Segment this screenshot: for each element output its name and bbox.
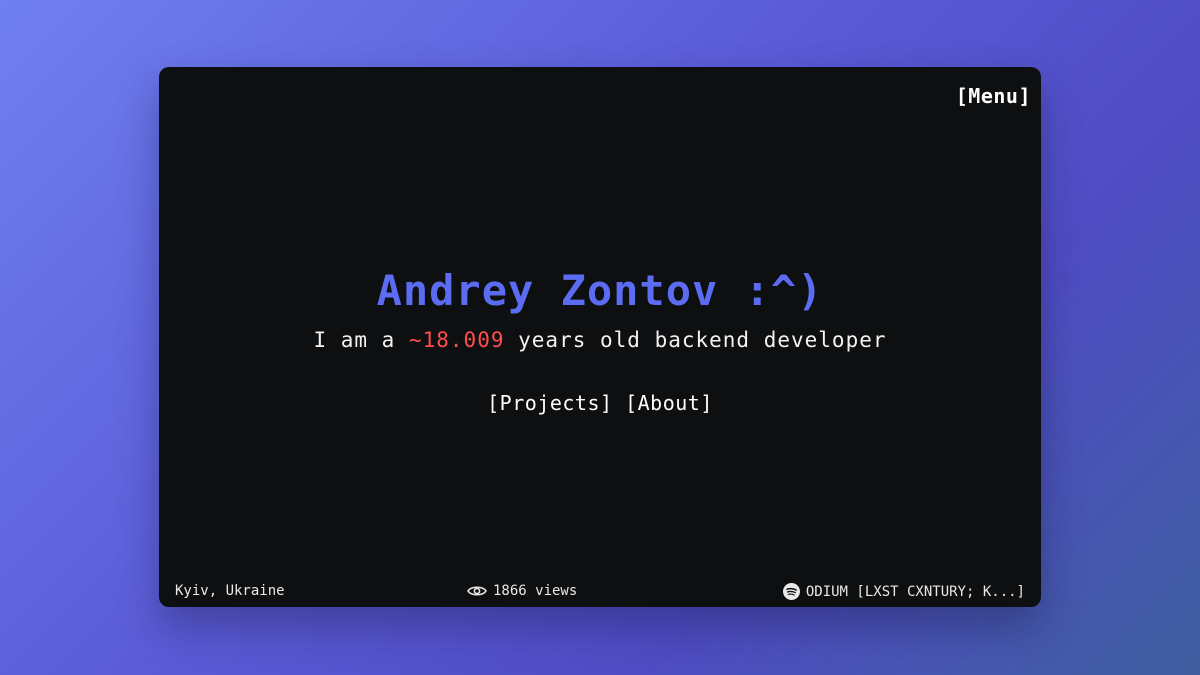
- views-count: 1866 views: [493, 583, 578, 599]
- age-value: ~18.009: [408, 328, 505, 352]
- page-title: Andrey Zontov :^): [376, 266, 824, 315]
- main-nav: [Projects] [About]: [159, 391, 1041, 415]
- location-text: Kyiv, Ukraine: [175, 583, 285, 599]
- about-link[interactable]: [About]: [625, 391, 713, 415]
- track-title: ODIUM [LXST CXNTURY; K...]: [805, 583, 1025, 600]
- spotify-icon: [782, 583, 800, 600]
- projects-link[interactable]: [Projects]: [487, 391, 612, 415]
- eye-icon: [467, 584, 487, 598]
- hero-section: Andrey Zontov :^) I am a ~18.009 years o…: [159, 263, 1041, 415]
- menu-button[interactable]: [Menu]: [956, 84, 1031, 108]
- footer: Kyiv, Ukraine 1866 views ODIUM [LXST CXN…: [159, 579, 1041, 607]
- now-playing[interactable]: ODIUM [LXST CXNTURY; K...]: [782, 583, 1025, 600]
- views-counter: 1866 views: [467, 583, 577, 599]
- app-window: [Menu] Andrey Zontov :^) I am a ~18.009 …: [159, 67, 1041, 607]
- tagline-prefix: I am a: [313, 328, 409, 352]
- tagline-suffix: years old backend developer: [504, 328, 887, 352]
- tagline: I am a ~18.009 years old backend develop…: [159, 325, 1041, 355]
